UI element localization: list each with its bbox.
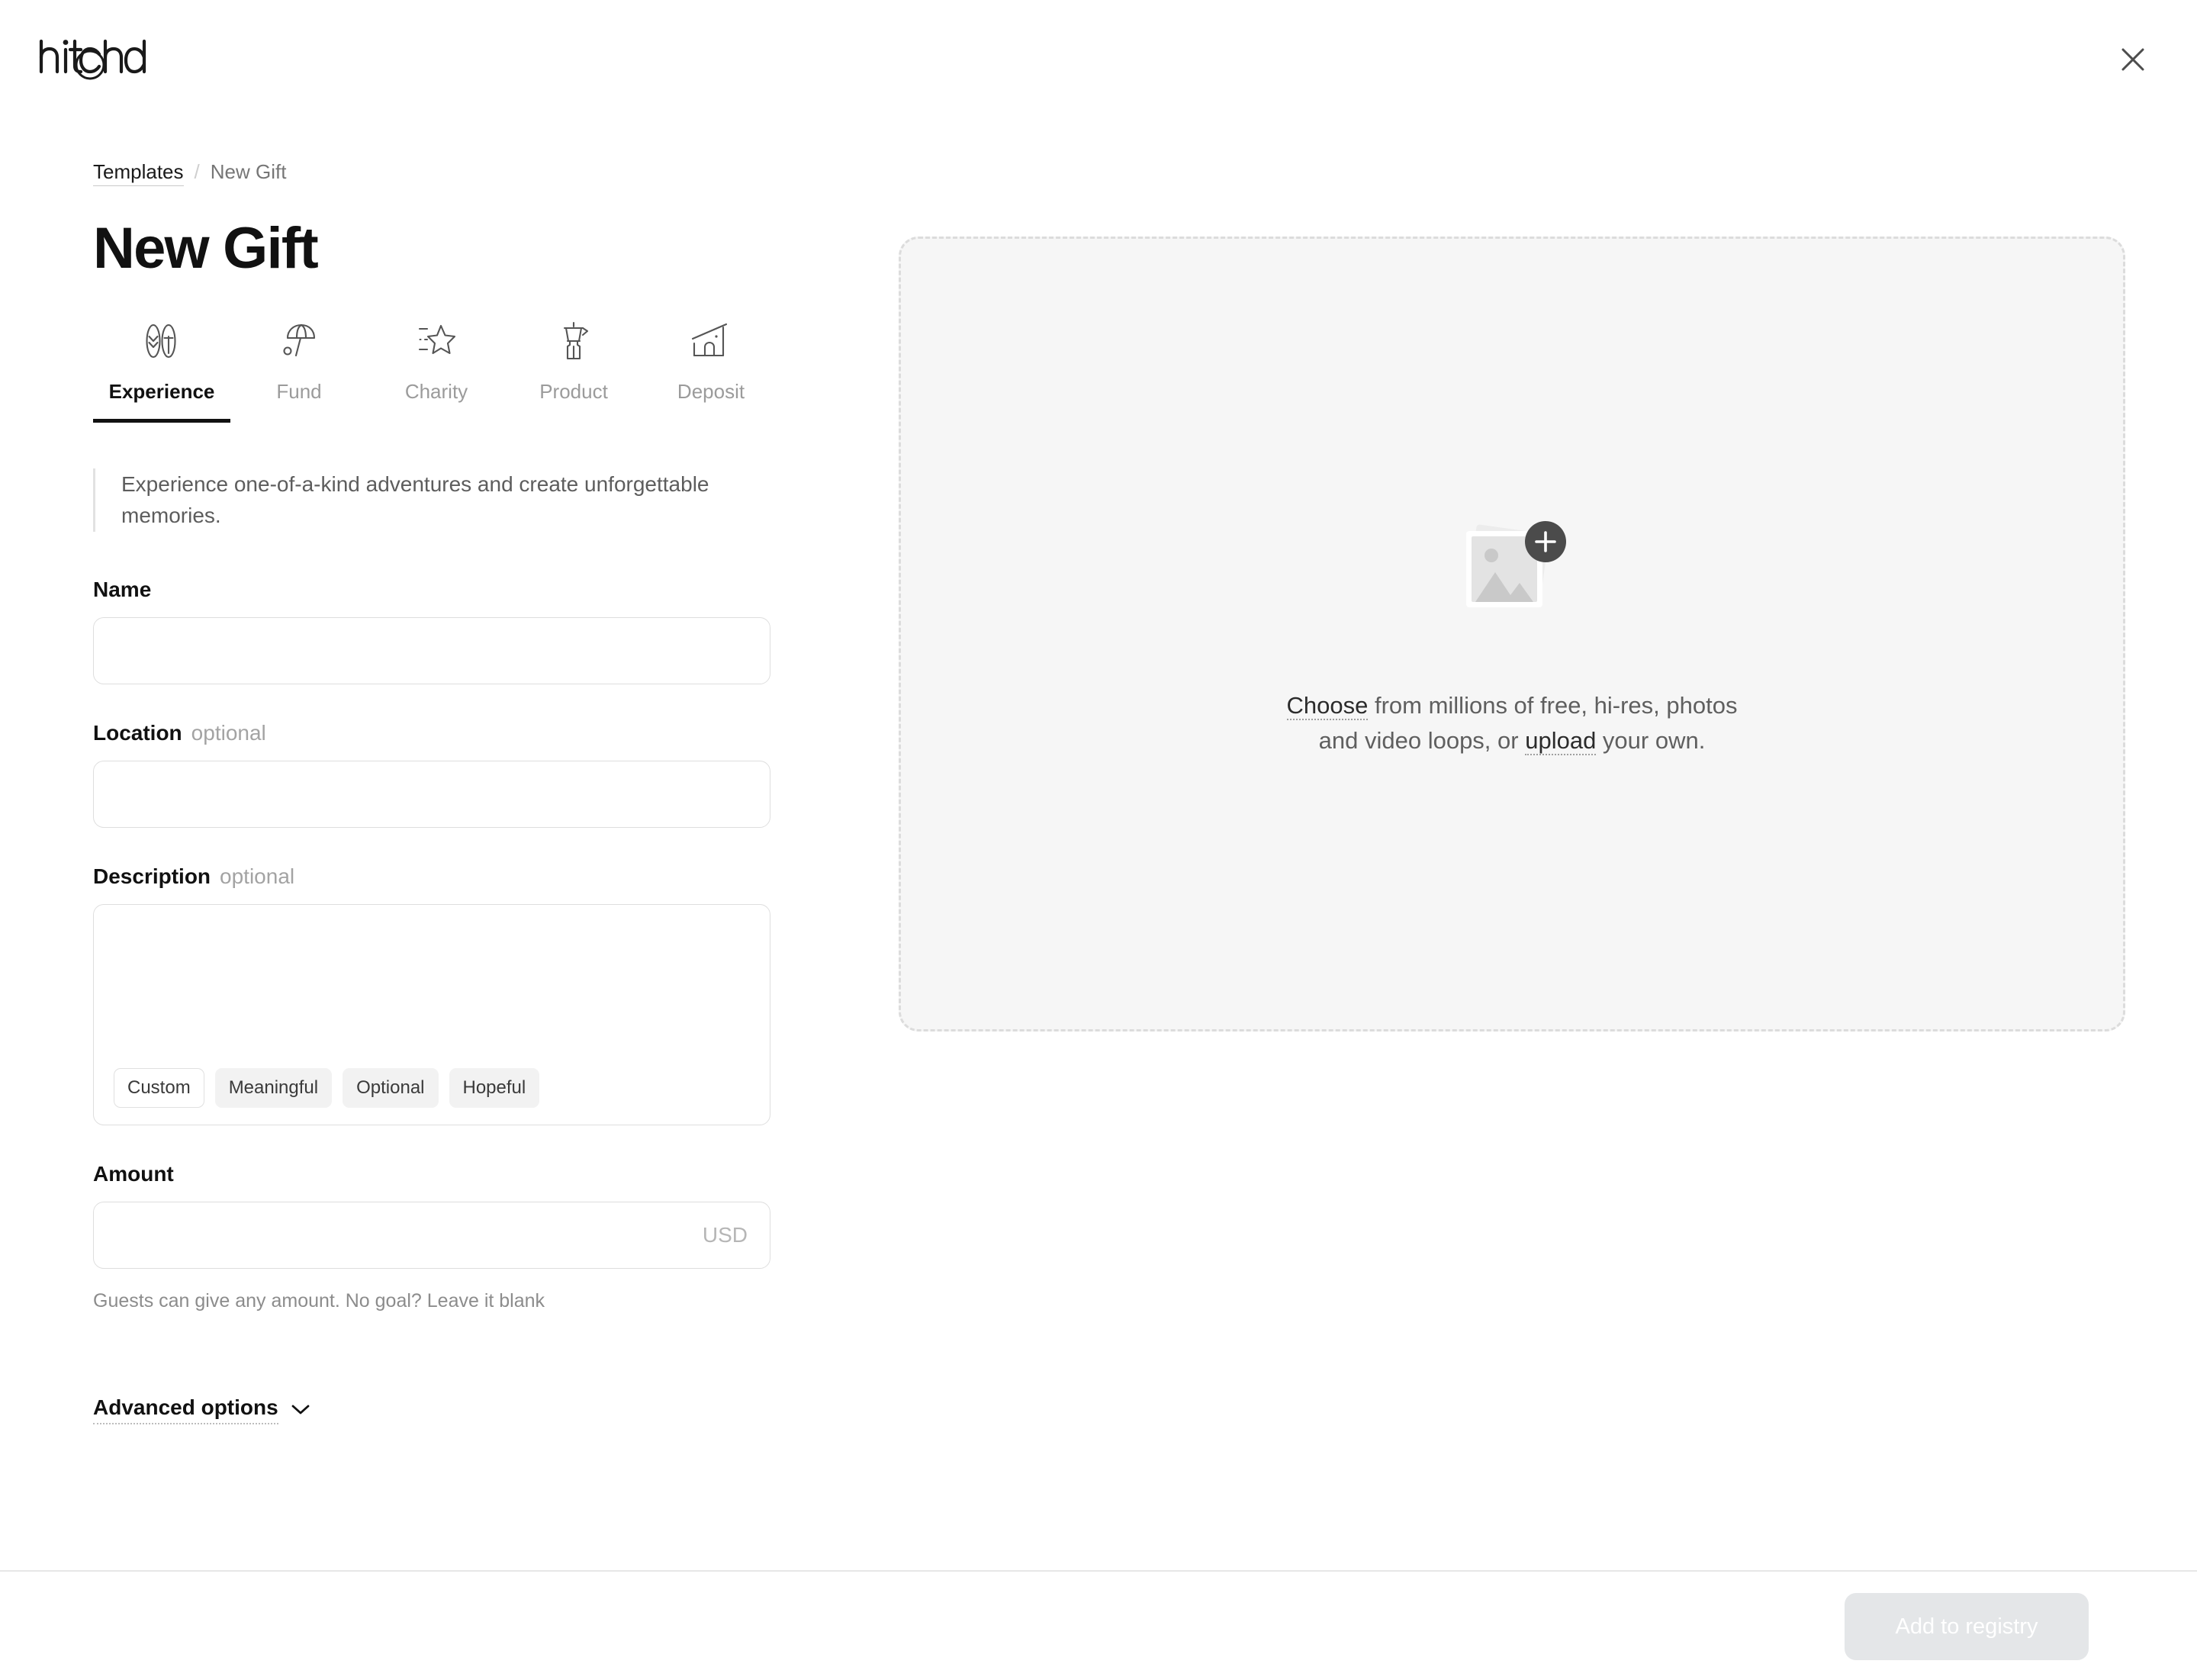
- image-placeholder-icon: [1436, 510, 1588, 632]
- breadcrumb-current: New Gift: [210, 160, 287, 183]
- topbar: [0, 0, 2197, 114]
- modal-footer: Add to registry: [0, 1570, 2197, 1680]
- new-gift-modal: Templates / New Gift New Gift Experience…: [0, 0, 2197, 1680]
- page-title: New Gift: [93, 216, 319, 281]
- beach-umbrella-icon: [279, 317, 319, 365]
- field-location: Location optional: [93, 720, 780, 828]
- field-label-name: Name: [93, 577, 780, 601]
- tab-label-deposit: Deposit: [677, 380, 745, 403]
- description-tone-chips: Custom Meaningful Optional Hopeful: [114, 1067, 540, 1108]
- choose-photos-link[interactable]: Choose: [1286, 691, 1369, 720]
- chevron-down-icon: [291, 1405, 310, 1414]
- hitchd-logo[interactable]: [37, 34, 159, 87]
- amount-input[interactable]: [93, 1201, 770, 1269]
- media-text-part-2: and video loops, or: [1318, 727, 1526, 754]
- tab-inactive-indicator: [368, 419, 505, 423]
- field-name: Name: [93, 577, 780, 684]
- chip-optional[interactable]: Optional: [343, 1067, 439, 1108]
- media-text-part-1: from millions of free, hi-res, photos: [1368, 691, 1738, 719]
- field-label-location: Location optional: [93, 720, 780, 745]
- tab-label-charity: Charity: [404, 380, 468, 403]
- gift-type-description-text: Experience one-of-a-kind adventures and …: [121, 472, 709, 528]
- location-input[interactable]: [93, 760, 770, 828]
- tab-label-experience: Experience: [108, 380, 215, 403]
- upload-link[interactable]: upload: [1525, 727, 1597, 755]
- tab-fund[interactable]: Fund: [230, 317, 368, 423]
- gift-type-description: Experience one-of-a-kind adventures and …: [93, 468, 764, 532]
- tab-deposit[interactable]: Deposit: [642, 317, 780, 423]
- tab-charity[interactable]: Charity: [368, 317, 505, 423]
- advanced-options-label: Advanced options: [93, 1394, 278, 1425]
- field-optional-badge: optional: [191, 720, 266, 745]
- breadcrumb: Templates / New Gift: [93, 162, 780, 186]
- tab-inactive-indicator: [642, 419, 780, 423]
- breadcrumb-separator: /: [194, 160, 200, 183]
- tab-product[interactable]: Product: [505, 317, 642, 423]
- field-description: Description optional Custom Meaningful O…: [93, 864, 780, 1125]
- field-label-description: Description optional: [93, 864, 780, 888]
- field-amount: Amount USD Guests can give any amount. N…: [93, 1163, 780, 1314]
- media-text-part-3: your own.: [1596, 727, 1706, 754]
- media-dropzone-text: Choose from millions of free, hi-res, ph…: [1286, 688, 1738, 759]
- moka-pot-icon: [555, 317, 592, 365]
- close-icon: [2121, 48, 2144, 71]
- add-to-registry-button[interactable]: Add to registry: [1845, 1593, 2089, 1660]
- advanced-options-toggle[interactable]: Advanced options: [93, 1394, 310, 1425]
- close-button[interactable]: [2105, 32, 2160, 87]
- field-label-description-text: Description: [93, 864, 211, 888]
- name-input[interactable]: [93, 616, 770, 684]
- chip-hopeful[interactable]: Hopeful: [449, 1067, 540, 1108]
- tab-inactive-indicator: [230, 419, 368, 423]
- description-textarea[interactable]: [94, 904, 770, 1062]
- gift-type-tabs: Experience Fund Charity Product Deposit: [93, 317, 780, 423]
- amount-hint: Guests can give any amount. No goal? Lea…: [93, 1289, 545, 1311]
- house-icon: [691, 317, 731, 365]
- description-box: Custom Meaningful Optional Hopeful: [93, 903, 770, 1125]
- tab-label-fund: Fund: [276, 380, 322, 403]
- field-label-amount: Amount: [93, 1163, 780, 1185]
- tab-label-product: Product: [539, 380, 608, 403]
- field-label-amount-text: Amount: [93, 1161, 174, 1186]
- media-dropzone[interactable]: Choose from millions of free, hi-res, ph…: [899, 237, 2125, 1031]
- shooting-star-icon: [417, 317, 456, 365]
- chip-custom[interactable]: Custom: [114, 1067, 204, 1108]
- breadcrumb-templates-link[interactable]: Templates: [93, 162, 184, 186]
- tab-active-indicator: [93, 419, 230, 423]
- tab-experience[interactable]: Experience: [93, 317, 230, 423]
- field-optional-badge: optional: [220, 864, 295, 888]
- field-label-name-text: Name: [93, 577, 152, 601]
- chip-meaningful[interactable]: Meaningful: [214, 1067, 333, 1108]
- field-label-location-text: Location: [93, 720, 182, 745]
- amount-input-wrapper: USD: [93, 1201, 770, 1269]
- surfboards-icon: [143, 317, 181, 365]
- modal-content: Templates / New Gift New Gift Experience…: [0, 114, 2197, 1570]
- gift-form-column: Templates / New Gift New Gift Experience…: [93, 162, 780, 1425]
- tab-inactive-indicator: [505, 419, 642, 423]
